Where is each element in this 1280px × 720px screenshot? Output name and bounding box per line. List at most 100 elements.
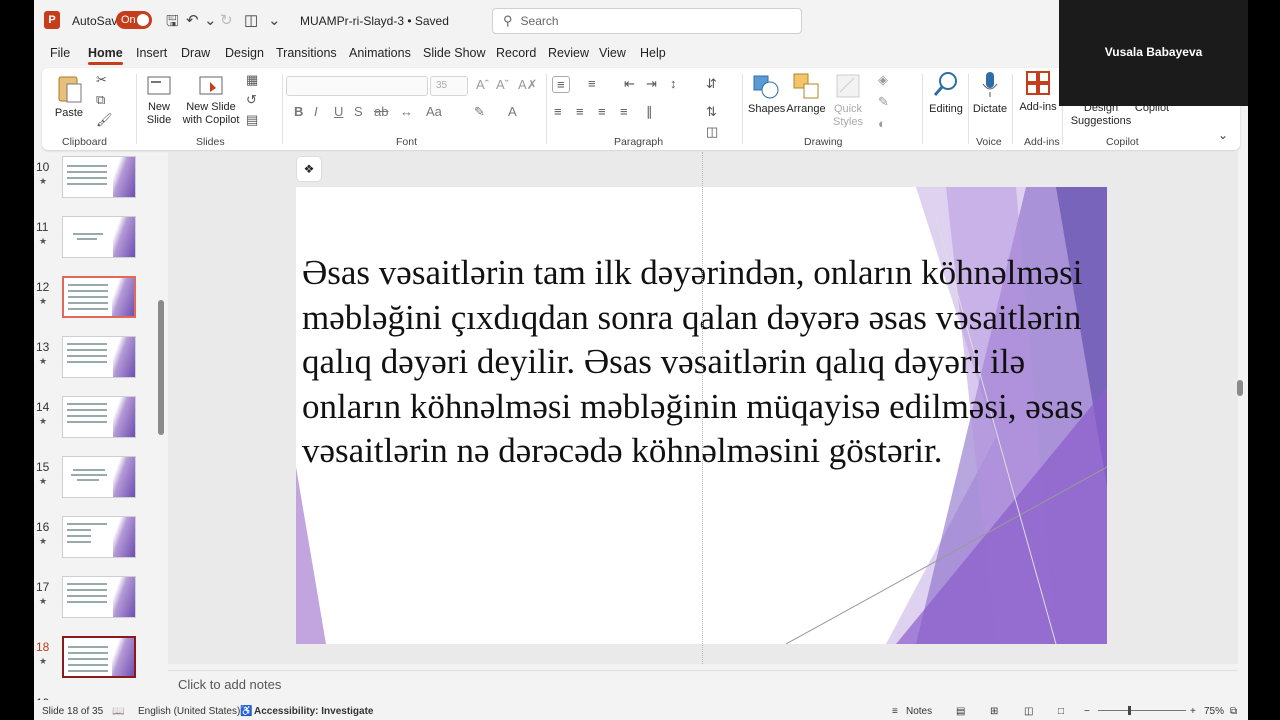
undo-dropdown-icon[interactable]: ⌄	[204, 11, 217, 29]
tab-review[interactable]: Review	[548, 46, 589, 60]
bullets-icon[interactable]: ≡	[552, 76, 570, 93]
text-direction-icon[interactable]: ⇵	[706, 76, 717, 92]
tab-record[interactable]: Record	[496, 46, 536, 60]
present-icon[interactable]: ◫	[244, 11, 258, 29]
slide-thumbnail[interactable]: 19	[34, 692, 166, 700]
star-icon: ★	[39, 176, 48, 186]
section-icon[interactable]: ▤	[246, 112, 258, 128]
tab-slide-show[interactable]: Slide Show	[423, 46, 486, 60]
grow-font-icon[interactable]: Aˆ	[476, 77, 489, 92]
align-right-icon[interactable]: ≡	[598, 104, 606, 119]
bold-icon[interactable]: B	[294, 104, 303, 119]
quick-styles-button[interactable]: Quick Styles	[830, 72, 866, 129]
italic-icon[interactable]: I	[314, 104, 318, 119]
arrange-button[interactable]: Arrange	[786, 72, 826, 116]
notes-book-icon[interactable]: 📖	[112, 706, 124, 717]
scrollbar-thumb[interactable]	[158, 300, 164, 435]
shapes-button[interactable]: Shapes	[748, 72, 785, 116]
new-slide-copilot-button[interactable]: New Slide with Copilot	[180, 74, 242, 127]
columns-icon[interactable]: ∥	[646, 104, 653, 120]
thumbnail-scrollbar[interactable]	[158, 152, 164, 700]
zoom-level[interactable]: 75%	[1204, 706, 1224, 717]
font-size-select[interactable]: 35	[430, 76, 468, 96]
strikethrough-icon[interactable]: ab	[374, 104, 388, 119]
zoom-out-icon[interactable]: −	[1084, 706, 1090, 717]
shrink-font-icon[interactable]: Aˇ	[496, 77, 509, 92]
notes-pane[interactable]: Click to add notes	[168, 670, 1238, 698]
tab-transitions[interactable]: Transitions	[276, 46, 337, 60]
zoom-slider[interactable]	[1098, 706, 1186, 715]
notes-button[interactable]: Notes	[906, 706, 932, 717]
tab-help[interactable]: Help	[640, 46, 666, 60]
align-text-icon[interactable]: ⇅	[706, 104, 717, 120]
format-painter-icon[interactable]: 🖌	[96, 112, 113, 128]
tab-view[interactable]: View	[599, 46, 626, 60]
accessibility-status[interactable]: Accessibility: Investigate	[254, 706, 374, 717]
slide-thumbnail-current[interactable]: 18 ★	[34, 636, 166, 686]
slide-thumbnail[interactable]: 17 ★	[34, 576, 166, 626]
smartart-icon[interactable]: ◫	[706, 124, 718, 140]
slide-thumbnail[interactable]: 11 ★	[34, 216, 166, 266]
separator	[742, 74, 743, 144]
collapse-ribbon-icon[interactable]: ⌄	[1218, 128, 1228, 142]
slide-thumbnail[interactable]: 16 ★	[34, 516, 166, 566]
slide-thumbnail[interactable]: 15 ★	[34, 456, 166, 506]
fit-to-window-icon[interactable]: ⧉	[1230, 706, 1237, 717]
save-icon[interactable]: 🖫	[166, 11, 179, 36]
layout-icon[interactable]: ▦	[246, 72, 258, 88]
slideshow-icon[interactable]: □	[1058, 706, 1064, 717]
line-spacing-icon[interactable]: ↕	[670, 76, 677, 91]
underline-icon[interactable]: U	[334, 104, 343, 119]
zoom-slider-thumb[interactable]	[1128, 706, 1131, 715]
tab-draw[interactable]: Draw	[181, 46, 210, 60]
slide-thumbnail[interactable]: 10 ★	[34, 156, 166, 206]
align-center-icon[interactable]: ≡	[576, 104, 584, 119]
editing-button[interactable]: Editing	[924, 70, 968, 116]
cut-icon[interactable]: ✂	[96, 72, 107, 88]
shape-outline-icon[interactable]: ✎	[878, 94, 889, 110]
scrollbar-thumb[interactable]	[1237, 380, 1243, 396]
search-box[interactable]: ⚲ Search	[492, 8, 802, 34]
dictate-button[interactable]: Dictate	[970, 70, 1010, 116]
copilot-icon[interactable]: ❖	[296, 156, 322, 182]
justify-icon[interactable]: ≡	[620, 104, 628, 119]
slide-thumbnail[interactable]: 13 ★	[34, 336, 166, 386]
shape-effects-icon[interactable]: ◐	[878, 116, 886, 131]
clear-format-icon[interactable]: A✗	[518, 77, 538, 93]
reading-view-icon[interactable]: ◫	[1024, 706, 1033, 717]
copy-icon[interactable]: ⧉	[96, 92, 105, 108]
language-indicator[interactable]: English (United States)	[138, 706, 240, 717]
tab-file[interactable]: File	[50, 46, 70, 60]
font-family-select[interactable]	[286, 76, 428, 96]
paste-button[interactable]: Paste	[52, 74, 86, 120]
autosave-toggle[interactable]: On	[116, 11, 152, 29]
reset-icon[interactable]: ↺	[246, 92, 257, 108]
undo-icon[interactable]: ↶	[186, 11, 199, 29]
document-title[interactable]: MUAMPr-ri-Slayd-3 • Saved	[300, 14, 449, 28]
char-spacing-icon[interactable]: ↔	[400, 104, 413, 119]
font-color-icon[interactable]: A	[508, 104, 517, 119]
add-ins-button[interactable]: Add-ins	[1016, 70, 1060, 114]
numbering-icon[interactable]: ≡	[588, 76, 596, 91]
decrease-indent-icon[interactable]: ⇤	[624, 76, 635, 92]
align-left-icon[interactable]: ≡	[554, 104, 562, 119]
slide-thumbnail[interactable]: 14 ★	[34, 396, 166, 446]
increase-indent-icon[interactable]: ⇥	[646, 76, 657, 92]
group-label-copilot: Copilot	[1106, 136, 1139, 148]
slide-thumbnail[interactable]: 12 ★	[34, 276, 166, 326]
normal-view-icon[interactable]: ▤	[956, 706, 965, 717]
zoom-in-icon[interactable]: +	[1190, 706, 1196, 717]
customize-toolbar-icon[interactable]: ⌄	[268, 11, 281, 29]
shape-fill-icon[interactable]: ◈	[878, 72, 888, 88]
change-case-icon[interactable]: Aa	[426, 104, 442, 119]
tab-home[interactable]: Home	[88, 46, 123, 65]
redo-icon[interactable]: ↻	[220, 11, 233, 29]
slide-scrollbar[interactable]	[1236, 152, 1244, 664]
new-slide-button[interactable]: New Slide	[142, 74, 176, 127]
tab-animations[interactable]: Animations	[349, 46, 411, 60]
tab-insert[interactable]: Insert	[136, 46, 167, 60]
slide-sorter-icon[interactable]: ⊞	[990, 706, 998, 717]
tab-design[interactable]: Design	[225, 46, 264, 60]
shadow-icon[interactable]: S	[354, 104, 363, 119]
highlight-icon[interactable]: ✎	[474, 104, 485, 120]
